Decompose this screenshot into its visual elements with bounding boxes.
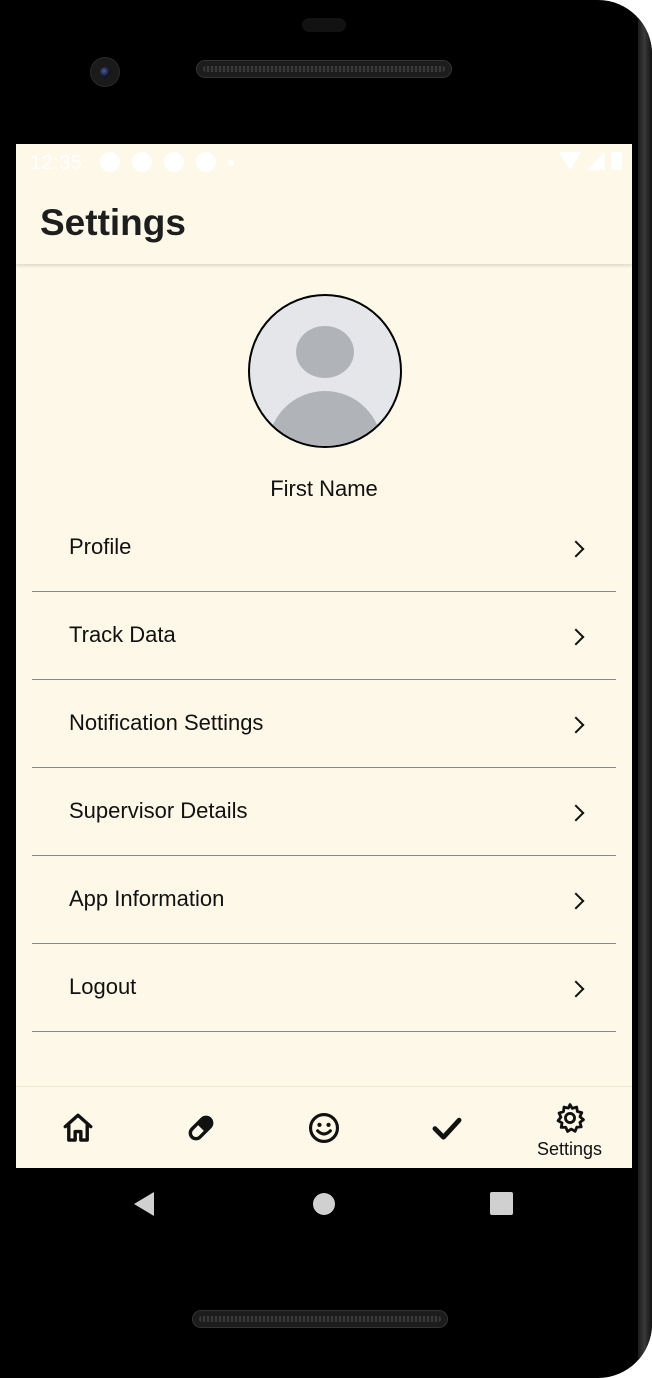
home-icon xyxy=(63,1113,93,1142)
page-title: Settings xyxy=(40,202,186,243)
chevron-right-icon xyxy=(567,980,585,998)
avatar-head xyxy=(296,326,354,378)
menu-item-notification-settings[interactable]: Notification Settings xyxy=(32,680,616,768)
settings-menu: Profile Track Data Notification Settings… xyxy=(32,504,616,1032)
bottom-speaker-grille xyxy=(192,1310,448,1328)
wifi-icon xyxy=(559,152,581,170)
status-bar: 12:35 xyxy=(16,144,632,182)
signal-icon xyxy=(587,152,605,170)
pill-icon xyxy=(188,1115,214,1141)
nav-tasks[interactable] xyxy=(385,1087,508,1168)
battery-icon xyxy=(611,152,622,170)
more-dot-icon xyxy=(228,160,234,166)
menu-item-supervisor-details[interactable]: Supervisor Details xyxy=(32,768,616,856)
chevron-right-icon xyxy=(567,540,585,558)
menu-item-label: Profile xyxy=(69,534,132,559)
notification-icon xyxy=(132,152,152,172)
chevron-right-icon xyxy=(567,804,585,822)
back-icon[interactable] xyxy=(134,1192,154,1216)
menu-item-label: Notification Settings xyxy=(69,710,264,735)
menu-item-label: Logout xyxy=(69,974,137,999)
app-screen: 12:35 Settings First Name Profile Track … xyxy=(16,144,632,1168)
phone-frame: 12:35 Settings First Name Profile Track … xyxy=(0,0,652,1378)
avatar[interactable] xyxy=(248,294,402,448)
check-icon xyxy=(432,1117,462,1140)
chevron-right-icon xyxy=(567,892,585,910)
menu-item-track-data[interactable]: Track Data xyxy=(32,592,616,680)
system-icons xyxy=(559,152,622,170)
chevron-right-icon xyxy=(567,716,585,734)
sd-card-icon xyxy=(196,152,216,172)
menu-item-app-information[interactable]: App Information xyxy=(32,856,616,944)
menu-item-profile[interactable]: Profile xyxy=(32,504,616,592)
home-button-icon[interactable] xyxy=(313,1193,335,1215)
nav-medication[interactable] xyxy=(139,1087,262,1168)
camera-icon xyxy=(90,57,120,87)
status-time: 12:35 xyxy=(30,152,83,174)
menu-item-label: App Information xyxy=(69,886,225,911)
nav-settings[interactable]: Settings xyxy=(508,1087,631,1168)
notification-icon xyxy=(164,152,184,172)
smiley-icon xyxy=(308,1112,340,1144)
menu-item-logout[interactable]: Logout xyxy=(32,944,616,1032)
profile-name: First Name xyxy=(270,476,378,501)
notch xyxy=(302,18,346,32)
chevron-right-icon xyxy=(567,628,585,646)
bottom-nav: Settings xyxy=(16,1086,632,1168)
app-bar: Settings xyxy=(16,182,632,264)
nav-mood[interactable] xyxy=(262,1087,385,1168)
notification-icons xyxy=(100,152,234,172)
nav-label: Settings xyxy=(536,1139,603,1159)
avatar-body xyxy=(268,391,382,446)
gear-icon xyxy=(556,1103,585,1133)
recents-icon[interactable] xyxy=(490,1192,513,1215)
menu-item-label: Track Data xyxy=(69,622,176,647)
system-navigation xyxy=(0,1168,652,1240)
speaker-grille xyxy=(196,60,452,78)
menu-item-label: Supervisor Details xyxy=(69,798,248,823)
notification-icon xyxy=(100,152,120,172)
nav-home[interactable] xyxy=(16,1087,139,1168)
